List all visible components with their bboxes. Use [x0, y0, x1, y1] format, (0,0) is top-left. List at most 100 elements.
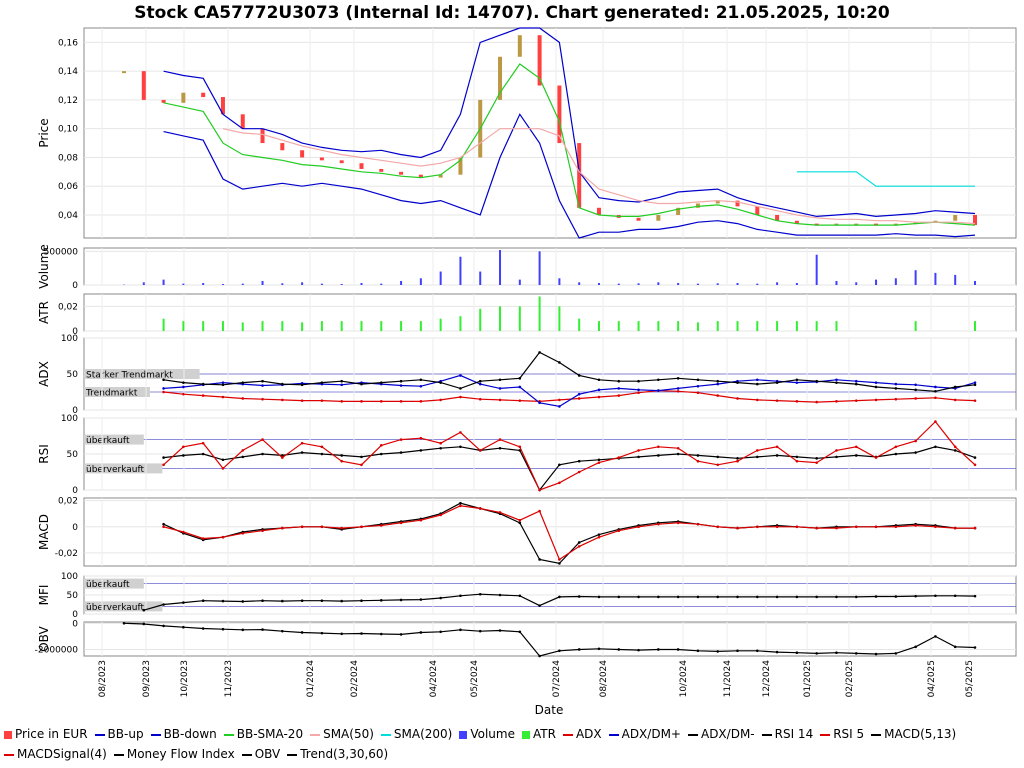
panel-obv-frame — [83, 621, 1017, 657]
macdsignal-4-point — [894, 525, 898, 529]
macdsignal-4-point — [716, 525, 720, 529]
macd-5-13-point — [518, 521, 522, 525]
legend-item-volume: Volume — [459, 724, 515, 744]
obv-point — [894, 652, 898, 655]
volume-bar — [439, 271, 442, 285]
legend-item-bb-down: BB-down — [150, 724, 217, 744]
y-tick-label: 50 — [67, 450, 79, 460]
obv-point — [577, 648, 581, 651]
money-flow-index-point — [419, 598, 423, 601]
money-flow-index-point — [953, 594, 957, 598]
price-candle — [517, 35, 522, 57]
atr-bar — [815, 321, 818, 331]
atr-bar — [835, 321, 838, 331]
rsi-5-point — [716, 463, 720, 467]
volume-bar — [914, 270, 917, 285]
volume-bar — [578, 282, 581, 285]
legend-item-adx-dm: ADX/DM+ — [608, 724, 681, 744]
adx-point — [439, 398, 442, 402]
obv-point — [122, 622, 126, 625]
rsi-14-point — [300, 451, 304, 454]
macdsignal-4-point — [736, 526, 739, 530]
money-flow-index-point — [320, 599, 324, 602]
adx-point — [340, 400, 343, 403]
rsi-14-point — [498, 446, 502, 450]
adx-dm-point — [320, 381, 324, 384]
money-flow-index-point — [241, 600, 245, 603]
adx-dm-point — [261, 379, 264, 383]
rsi-14-point — [815, 457, 818, 460]
macdsignal-4-point — [182, 530, 185, 534]
legend-item-macdsignal-4: MACDSignal(4) — [4, 744, 107, 764]
money-flow-index-point — [201, 599, 205, 602]
atr-bar — [162, 318, 165, 331]
adx-dm-point — [657, 378, 660, 382]
adx-point — [756, 398, 759, 402]
x-tick-label: 09/2023 — [142, 660, 152, 697]
volume-bar — [400, 280, 403, 285]
rsi-5-point — [815, 461, 818, 464]
y-tick-label: 50 — [67, 591, 79, 601]
legend-label: ATR — [532, 727, 556, 741]
money-flow-index-point — [815, 595, 818, 599]
rsi-5-point — [261, 438, 264, 441]
volume-bar — [241, 283, 244, 285]
money-flow-index-point — [300, 599, 304, 602]
rsi-5-point — [340, 459, 343, 463]
rsi-5-point — [419, 436, 423, 440]
y-tick-label: 0,14 — [58, 67, 78, 77]
panels: 0,160,140,120,100,080,060,04Price5000000… — [35, 27, 1017, 658]
adx-dm-point — [182, 381, 185, 384]
adx-dm-point — [756, 382, 759, 386]
rsi-5-point — [320, 445, 324, 449]
money-flow-index-point — [518, 594, 522, 598]
macdsignal-4-point — [360, 525, 363, 529]
price-candle — [656, 214, 661, 221]
money-flow-index-point — [973, 594, 977, 598]
volume-bar — [538, 251, 541, 285]
adx-dm-point — [360, 382, 363, 386]
adx-point — [182, 392, 185, 396]
legend-label: RSI 5 — [833, 727, 865, 741]
volume-bar — [182, 283, 185, 285]
rsi-14-point — [162, 456, 165, 459]
adx-point — [261, 397, 264, 401]
adx-point — [399, 400, 403, 403]
panel-macd: 0,02 0 -0,02 MACD — [37, 497, 1017, 567]
atr-bar — [597, 321, 600, 331]
adx-point — [241, 397, 245, 400]
money-flow-index-point — [459, 594, 462, 598]
macdsignal-4-point — [340, 526, 343, 530]
adx-point — [914, 397, 917, 400]
legend-label: SMA(200) — [393, 727, 453, 741]
macdsignal-4-point — [320, 525, 324, 529]
adx-dm-point — [162, 387, 165, 390]
y-tick-label: 0,04 — [58, 211, 78, 221]
price-candle — [339, 160, 344, 164]
adx-dm-point — [934, 389, 937, 393]
panel-adx: 100500ADX Starker TrendmarktTrendmarkt — [37, 334, 1017, 416]
macdsignal-4-point — [478, 507, 482, 510]
obv-point — [459, 628, 462, 632]
obv-point — [498, 629, 502, 632]
rsi-14-point — [637, 455, 640, 459]
adx-point — [558, 398, 561, 402]
rsi-5-point — [360, 463, 363, 467]
rsi-5-point — [934, 420, 937, 423]
money-flow-index-point — [538, 604, 541, 607]
rsi-14-point — [558, 463, 561, 467]
panel-macd-frame — [83, 497, 1017, 567]
rsi-5-point — [498, 438, 502, 441]
legend-label: Volume — [470, 727, 515, 741]
macdsignal-4-point — [914, 524, 917, 527]
adx-dm-point — [835, 378, 838, 382]
adx-dm-point — [617, 387, 621, 390]
y-tick-label: -0,02 — [55, 549, 78, 559]
rsi-5-point — [399, 438, 403, 441]
volume-bar — [597, 282, 600, 285]
adx-dm-point — [399, 384, 403, 387]
money-flow-index-point — [637, 595, 640, 599]
obv-point — [756, 649, 759, 653]
volume-bar — [835, 280, 838, 285]
rsi-5-point — [696, 459, 700, 463]
